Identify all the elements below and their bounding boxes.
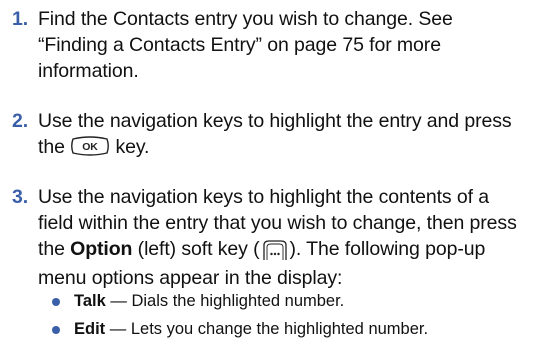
bullet-dot-icon xyxy=(52,326,60,334)
step-line-suffix: ). The following pop-up xyxy=(289,238,486,260)
bullet-desc: — Lets you change the highlighted number… xyxy=(105,320,429,338)
bullet-term: Talk xyxy=(74,292,106,310)
step-number: 1. xyxy=(12,8,29,30)
step-line: Use the navigation keys to highlight the… xyxy=(38,186,489,208)
step-line-prefix: the xyxy=(38,238,71,260)
step-line: the Option (left) soft key ( ). The follo… xyxy=(38,236,528,265)
step-line: Find the Contacts entry you wish to chan… xyxy=(38,8,453,30)
step-text: Use the navigation keys to highlight the… xyxy=(38,108,528,163)
step-text: Use the navigation keys to highlight the… xyxy=(38,184,528,291)
step-text: Find the Contacts entry you wish to chan… xyxy=(38,6,528,84)
left-soft-key-icon xyxy=(260,239,290,265)
bullet-desc: — Dials the highlighted number. xyxy=(105,292,345,310)
step-line: field within the entry that you wish to … xyxy=(38,212,517,234)
bullet-dot-icon xyxy=(52,298,60,306)
step-line-middle: (left) soft key ( xyxy=(132,238,260,260)
step-line: the OK key. xyxy=(38,134,528,163)
bullet-term: Edit xyxy=(74,320,106,338)
step-number: 2. xyxy=(12,110,29,132)
step-line: menu options appear in the display: xyxy=(38,267,343,289)
step-line: information. xyxy=(38,60,139,82)
option-key-label: Option xyxy=(70,238,133,260)
step-number: 3. xyxy=(12,186,29,208)
bullet-text: Edit — Lets you change the highlighted n… xyxy=(74,318,428,340)
instruction-page: 1. Find the Contacts entry you wish to c… xyxy=(0,0,538,348)
ok-key-icon: OK xyxy=(70,136,110,163)
step-line: Use the navigation keys to highlight the… xyxy=(38,110,512,132)
bullet-text: Talk — Dials the highlighted number. xyxy=(74,290,344,312)
step-line: “Finding a Contacts Entry” on page 75 fo… xyxy=(38,34,441,56)
step-line-suffix: key. xyxy=(110,136,150,158)
ok-key-label: OK xyxy=(82,141,98,153)
step-line-prefix: the xyxy=(38,136,71,158)
